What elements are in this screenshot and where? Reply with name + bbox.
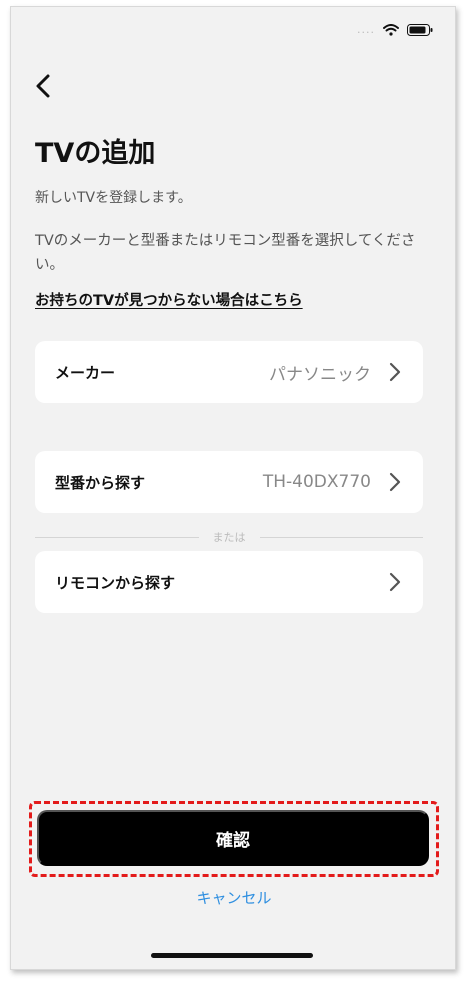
maker-select-row[interactable]: メーカー パナソニック [35, 341, 423, 403]
or-label: または [212, 531, 246, 544]
home-indicator [151, 953, 313, 958]
remote-search-label: リモコンから探す [55, 573, 176, 592]
remote-search-row[interactable]: リモコンから探す [35, 551, 423, 613]
tv-not-found-link[interactable]: お持ちのTVが見つからない場合はこちら [35, 289, 303, 310]
divider-line [35, 536, 199, 538]
model-search-label: 型番から探す [55, 473, 146, 492]
or-divider: または [35, 529, 423, 545]
signal-dots: .... [357, 23, 375, 36]
model-search-row[interactable]: 型番から探す TH-40DX770 [35, 451, 423, 513]
subtitle-text: 新しいTVを登録します。 [35, 190, 192, 206]
chevron-right-icon [389, 572, 403, 592]
chevron-right-icon [389, 362, 403, 382]
wifi-icon [383, 23, 399, 36]
model-value: TH-40DX770 [262, 472, 371, 492]
confirm-button[interactable]: 確認 [37, 810, 429, 866]
chevron-left-icon [36, 74, 50, 98]
instruction-text: TVのメーカーと型番またはリモコン型番を選択してください。 [35, 233, 416, 273]
maker-value: パナソニック [269, 364, 371, 385]
phone-screen: .... TVの追加 新しいTVを登録します。 TVのメーカーと型番またはリモコ… [10, 6, 456, 970]
back-button[interactable] [35, 69, 63, 103]
battery-icon [407, 23, 433, 36]
divider-line [259, 536, 423, 538]
status-bar: .... [357, 23, 433, 36]
cancel-link[interactable]: キャンセル [11, 887, 457, 908]
chevron-right-icon [389, 472, 403, 492]
maker-label: メーカー [55, 363, 116, 382]
page-title: TVの追加 [35, 138, 156, 169]
